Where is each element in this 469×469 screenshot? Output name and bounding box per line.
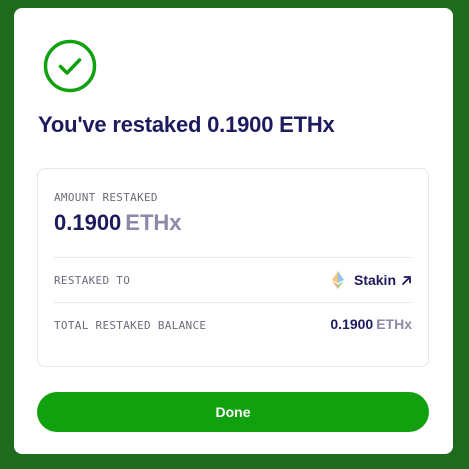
amount-number: 0.1900: [54, 210, 122, 235]
restaked-to-label: RESTAKED TO: [54, 274, 131, 287]
divider: [54, 302, 412, 303]
restaked-to-provider: Stakin: [353, 272, 396, 288]
divider: [54, 257, 412, 258]
amount-unit: ETHx: [125, 210, 182, 235]
total-restaked-balance-value: 0.1900 ETHx: [330, 316, 412, 332]
total-restaked-balance-label: TOTAL RESTAKED BALANCE: [54, 319, 207, 332]
check-circle-icon: [43, 39, 97, 93]
restake-summary-card: AMOUNT RESTAKED 0.1900 ETHx RESTAKED TO S…: [37, 168, 429, 367]
external-link-icon: [402, 275, 411, 285]
restaked-to-link[interactable]: Stakin: [331, 271, 412, 289]
restake-success-modal: You've restaked 0.1900 ETHx AMOUNT RESTA…: [14, 8, 453, 454]
ethereum-icon: [331, 271, 344, 289]
total-balance-number: 0.1900: [330, 316, 374, 332]
amount-restaked-label: AMOUNT RESTAKED: [54, 191, 158, 204]
amount-restaked-value: 0.1900 ETHx: [54, 210, 182, 236]
done-button[interactable]: Done: [37, 392, 429, 432]
page-title: You've restaked 0.1900 ETHx: [38, 112, 335, 137]
total-balance-unit: ETHx: [376, 316, 412, 332]
